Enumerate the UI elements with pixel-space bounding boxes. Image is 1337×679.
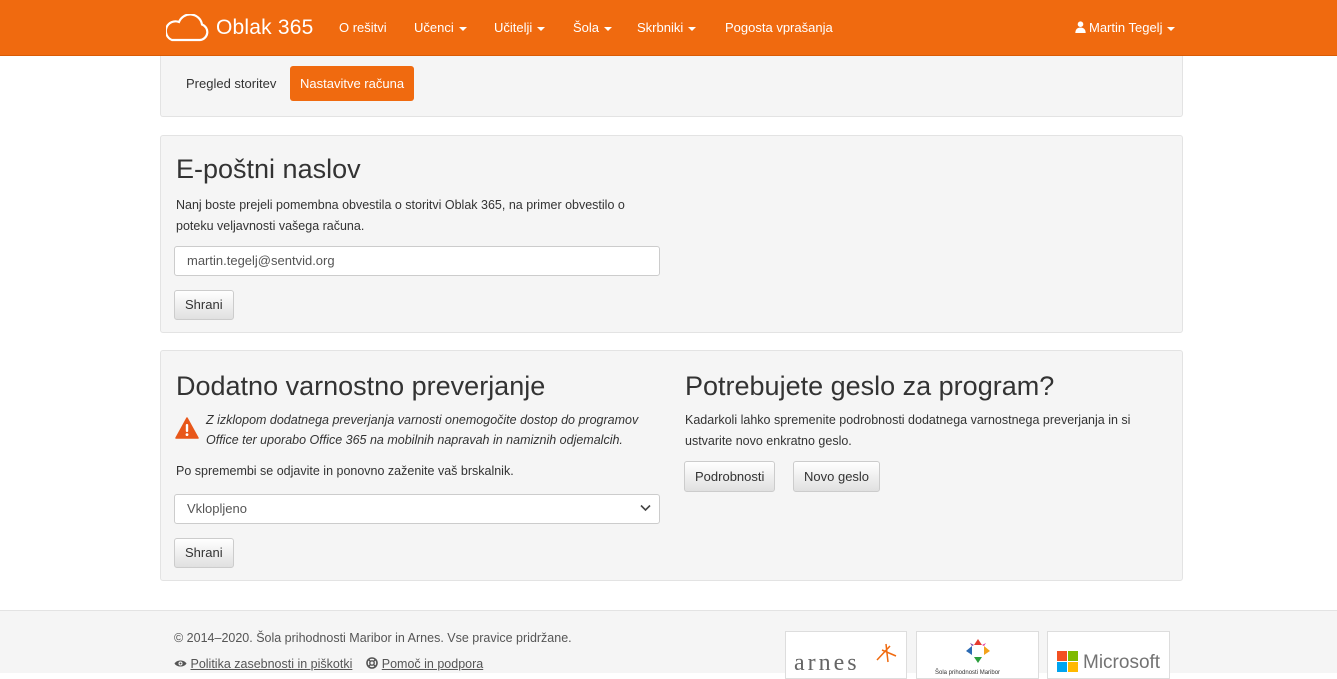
new-password-button[interactable]: Novo geslo xyxy=(793,461,881,492)
nav-o-resitvi-label: O rešitvi xyxy=(339,20,387,35)
warning-icon xyxy=(175,417,199,439)
help-link[interactable]: Pomoč in podpora xyxy=(382,657,483,671)
user-name: Martin Tegelj xyxy=(1089,20,1163,35)
eye-icon xyxy=(174,660,187,667)
details-button[interactable]: Podrobnosti xyxy=(684,461,776,492)
sola-logo-text: Šola prihodnosti Maribor xyxy=(935,670,1001,676)
privacy-link[interactable]: Politika zasebnosti in piškotki xyxy=(190,657,352,671)
lifebuoy-icon xyxy=(366,657,379,669)
top-navbar: Oblak 365 O rešitvi Učenci Učitelji Šola… xyxy=(0,0,1337,56)
cloud-icon xyxy=(166,14,209,42)
password-description: Kadarkoli lahko spremenite podrobnosti d… xyxy=(685,413,1131,448)
security-panel: Dodatno varnostno preverjanje Z izklopom… xyxy=(160,350,1183,581)
footer-links: Politika zasebnosti in piškotki Pomoč in… xyxy=(174,657,483,671)
sola-star-icon xyxy=(966,639,990,663)
caret-down-icon xyxy=(604,26,613,31)
caret-down-icon xyxy=(458,26,467,31)
nav-sola[interactable]: Šola xyxy=(573,18,613,38)
caret-down-icon xyxy=(688,26,697,31)
security-save-button[interactable]: Shrani xyxy=(174,538,234,568)
page-footer: © 2014–2020. Šola prihodnosti Maribor in… xyxy=(0,610,1337,679)
email-save-button[interactable]: Shrani xyxy=(174,290,234,320)
microsoft-logo[interactable]: Microsoft xyxy=(1047,631,1170,679)
chevron-down-icon xyxy=(640,504,651,512)
arnes-swirl-icon xyxy=(876,643,897,663)
security-select-value: Vklopljeno xyxy=(187,501,247,516)
email-description: Nanj boste prejeli pomembna obvestila o … xyxy=(176,198,625,233)
password-title: Potrebujete geslo za program? xyxy=(685,371,1055,401)
arnes-logo[interactable]: arnes xyxy=(785,631,907,679)
caret-down-icon xyxy=(537,26,546,31)
email-panel: E-poštni naslov Nanj boste prejeli pomem… xyxy=(160,135,1183,333)
footer-copyright: © 2014–2020. Šola prihodnosti Maribor in… xyxy=(174,631,572,645)
user-menu[interactable]: Martin Tegelj xyxy=(1075,18,1176,38)
microsoft-squares-icon xyxy=(1057,651,1078,672)
nav-ucitelji[interactable]: Učitelji xyxy=(494,18,546,38)
brand-logo[interactable]: Oblak 365 xyxy=(166,14,314,42)
brand-name: Oblak 365 xyxy=(216,16,314,39)
nav-ucenci[interactable]: Učenci xyxy=(414,18,467,38)
account-subnav: Pregled storitev Nastavitve računa xyxy=(160,56,1183,117)
sola-prihodnosti-logo[interactable]: Šola prihodnosti Maribor xyxy=(916,631,1039,679)
security-select[interactable]: Vklopljeno xyxy=(174,494,660,524)
tab-nastavitve-racuna[interactable]: Nastavitve računa xyxy=(290,66,415,101)
nav-skrbniki-label: Skrbniki xyxy=(637,20,684,35)
caret-down-icon xyxy=(1167,26,1176,31)
microsoft-logo-text: Microsoft xyxy=(1083,652,1161,673)
nav-o-resitvi[interactable]: O rešitvi xyxy=(339,18,387,38)
nav-sola-label: Šola xyxy=(573,20,600,35)
email-field[interactable]: martin.tegelj@sentvid.org xyxy=(174,246,660,276)
user-icon xyxy=(1075,21,1086,33)
nav-ucenci-label: Učenci xyxy=(414,20,454,35)
nav-pogosta-vprasanja-label: Pogosta vprašanja xyxy=(725,20,833,35)
email-title: E-poštni naslov xyxy=(176,154,361,184)
security-warning: Z izklopom dodatnega preverjanja varnost… xyxy=(206,413,639,447)
nav-ucitelji-label: Učitelji xyxy=(494,20,533,35)
tab-pregled-storitev[interactable]: Pregled storitev xyxy=(176,66,286,101)
nav-skrbniki[interactable]: Skrbniki xyxy=(637,18,697,38)
security-note: Po spremembi se odjavite in ponovno zaže… xyxy=(176,464,514,478)
security-title: Dodatno varnostno preverjanje xyxy=(176,371,546,401)
nav-pogosta-vprasanja[interactable]: Pogosta vprašanja xyxy=(725,18,833,38)
